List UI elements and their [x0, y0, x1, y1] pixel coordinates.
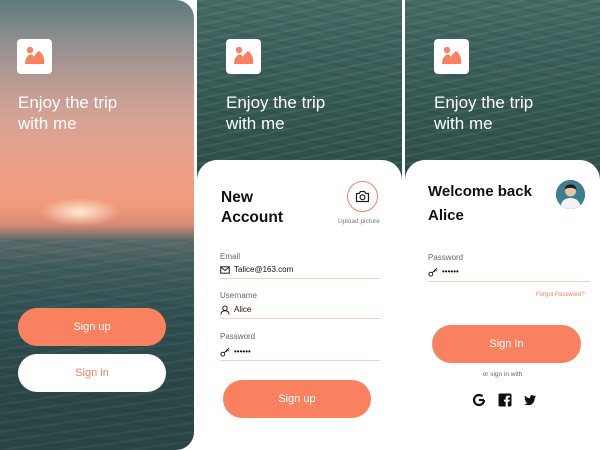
- username-underline: [220, 318, 380, 319]
- tagline: Enjoy the trip with me: [18, 93, 118, 133]
- camera-icon: [355, 190, 370, 203]
- password-underline: [428, 281, 590, 282]
- signin-button[interactable]: Sign in: [18, 354, 166, 392]
- username-field[interactable]: Alice: [234, 305, 251, 314]
- signup-button[interactable]: Sign up: [18, 308, 166, 346]
- signin-screen: Enjoy the trip with me Welcome back Alic…: [405, 0, 600, 450]
- forgot-password-link[interactable]: Forgot Password?: [536, 292, 585, 298]
- password-field[interactable]: ••••••: [442, 267, 459, 276]
- password-label: Password: [428, 253, 464, 262]
- username-label: Username: [220, 291, 257, 300]
- email-underline: [220, 278, 380, 279]
- image-icon: [226, 39, 261, 74]
- password-label: Password: [220, 332, 256, 341]
- mail-icon: [220, 266, 230, 274]
- upload-picture-button[interactable]: [347, 181, 378, 212]
- signin-button[interactable]: Sign In: [432, 325, 581, 363]
- password-field[interactable]: ••••••: [234, 347, 251, 356]
- image-icon: [17, 39, 52, 74]
- email-field[interactable]: Talice@163.com: [234, 265, 293, 274]
- image-icon: [434, 39, 469, 74]
- alt-signin-label: or sign in with: [482, 371, 523, 378]
- page-title: Welcome back Alice: [428, 183, 532, 224]
- google-icon[interactable]: [472, 393, 486, 407]
- upload-label: Upload picture: [338, 218, 380, 225]
- welcome-screen: Enjoy the trip with me Sign up Sign in: [0, 0, 194, 450]
- twitter-icon[interactable]: [523, 393, 537, 407]
- key-icon: [428, 267, 438, 277]
- key-icon: [220, 347, 230, 357]
- signup-screen: Enjoy the trip with me New Account Uploa…: [197, 0, 402, 450]
- avatar[interactable]: [556, 180, 585, 209]
- submit-signup-button[interactable]: Sign up: [223, 380, 371, 418]
- facebook-icon[interactable]: [498, 393, 512, 407]
- page-title: New Account: [221, 189, 283, 226]
- user-icon: [220, 305, 230, 315]
- email-label: Email: [220, 252, 241, 261]
- password-underline: [220, 360, 380, 361]
- tagline: Enjoy the trip with me: [226, 93, 326, 133]
- tagline: Enjoy the trip with me: [434, 93, 534, 133]
